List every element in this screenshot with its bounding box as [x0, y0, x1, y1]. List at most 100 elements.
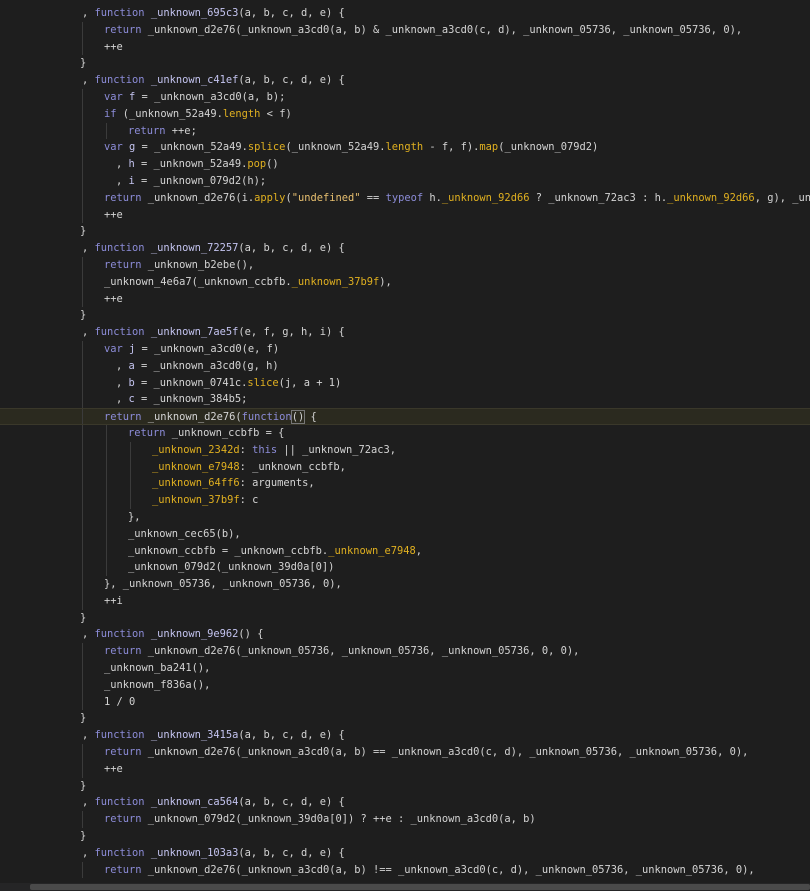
- code-line[interactable]: var g = _unknown_52a49.splice(_unknown_5…: [0, 139, 810, 157]
- code-token: _unknown_f836a(),: [104, 678, 211, 691]
- code-line[interactable]: ++e: [0, 760, 810, 778]
- code-token: "undefined": [291, 191, 361, 204]
- code-line[interactable]: return _unknown_d2e76(_unknown_a3cd0(a, …: [0, 861, 810, 879]
- code-line-content: },: [128, 509, 141, 526]
- code-line[interactable]: _unknown_cec65(b),: [0, 525, 810, 543]
- code-token: _unknown_4e6a7(_unknown_ccbfb.: [104, 275, 292, 288]
- code-area[interactable]: , function _unknown_695c3(a, b, c, d, e)…: [0, 5, 810, 879]
- code-line-content: }: [80, 778, 86, 795]
- code-line[interactable]: , i = _unknown_079d2(h);: [0, 172, 810, 190]
- code-line[interactable]: }: [0, 610, 810, 627]
- code-line[interactable]: return _unknown_ccbfb = {: [0, 424, 810, 442]
- code-line[interactable]: ++e: [0, 290, 810, 308]
- code-token: ,: [82, 242, 95, 255]
- code-line[interactable]: }: [0, 55, 810, 72]
- horizontal-scrollbar-thumb[interactable]: [30, 884, 810, 890]
- code-line[interactable]: }: [0, 307, 810, 324]
- code-line-content: return _unknown_d2e76(i.apply("undefined…: [104, 190, 810, 207]
- code-line[interactable]: 1 / 0: [0, 693, 810, 711]
- code-line[interactable]: return _unknown_d2e76(function() {: [0, 408, 810, 425]
- code-line[interactable]: ++e: [0, 38, 810, 56]
- code-line[interactable]: return _unknown_079d2(_unknown_39d0a[0])…: [0, 811, 810, 829]
- indent-guide: [82, 576, 83, 593]
- code-line[interactable]: _unknown_2342d: this || _unknown_72ac3,: [0, 441, 810, 459]
- code-token: _unknown_ccbfb = {: [171, 426, 285, 439]
- code-token: _unknown_2342d: [152, 443, 240, 456]
- code-line[interactable]: ++e: [0, 206, 810, 224]
- code-line[interactable]: , a = _unknown_a3cd0(g, h): [0, 357, 810, 375]
- code-token: _unknown_9e962: [150, 628, 239, 641]
- code-line[interactable]: , function _unknown_3415a(a, b, c, d, e)…: [0, 727, 810, 744]
- code-token: (a, b, c, d, e) {: [238, 7, 345, 19]
- code-token: () {: [238, 628, 264, 641]
- code-line[interactable]: return _unknown_d2e76(i.apply("undefined…: [0, 189, 810, 207]
- code-line[interactable]: }: [0, 223, 810, 240]
- indent-guide: [82, 38, 83, 56]
- code-line[interactable]: , function _unknown_9e962() {: [0, 626, 810, 643]
- code-line[interactable]: _unknown_e7948: _unknown_ccbfb,: [0, 458, 810, 476]
- indent-guide: [82, 424, 83, 442]
- code-line[interactable]: _unknown_64ff6: arguments,: [0, 475, 810, 493]
- code-line[interactable]: _unknown_37b9f: c: [0, 492, 810, 509]
- code-line[interactable]: return _unknown_d2e76(_unknown_a3cd0(a, …: [0, 21, 810, 39]
- code-token: _unknown_72257: [150, 242, 239, 255]
- code-line[interactable]: ++i: [0, 592, 810, 610]
- code-token: = _unknown_0741c.: [134, 376, 248, 389]
- code-token: _unknown_d2e76(i.: [147, 191, 255, 204]
- code-line[interactable]: return _unknown_d2e76(_unknown_05736, _u…: [0, 643, 810, 661]
- code-line[interactable]: , b = _unknown_0741c.slice(j, a + 1): [0, 374, 810, 392]
- code-token: = _unknown_52a49.: [135, 141, 248, 154]
- code-line[interactable]: , c = _unknown_384b5;: [0, 391, 810, 409]
- indent-guide: [82, 492, 83, 509]
- code-line[interactable]: , h = _unknown_52a49.pop(): [0, 156, 810, 173]
- code-line[interactable]: return _unknown_b2ebe(),: [0, 256, 810, 274]
- code-line[interactable]: _unknown_ccbfb = _unknown_ccbfb._unknown…: [0, 542, 810, 560]
- code-line[interactable]: }: [0, 778, 810, 795]
- code-line-content: _unknown_079d2(_unknown_39d0a[0]): [128, 559, 334, 576]
- code-line[interactable]: , function _unknown_c41ef(a, b, c, d, e)…: [0, 72, 810, 89]
- code-line[interactable]: if (_unknown_52a49.length < f): [0, 105, 810, 123]
- code-line-content: _unknown_e7948: _unknown_ccbfb,: [152, 459, 346, 476]
- code-line-content: return ++e;: [128, 123, 197, 140]
- code-token: _unknown_d2e76(_unknown_a3cd0(a, b) == _…: [147, 746, 749, 759]
- horizontal-scrollbar[interactable]: [0, 883, 810, 891]
- code-line[interactable]: , function _unknown_7ae5f(e, f, g, h, i)…: [0, 324, 810, 341]
- code-line[interactable]: _unknown_f836a(),: [0, 676, 810, 694]
- code-line[interactable]: }, _unknown_05736, _unknown_05736, 0),: [0, 576, 810, 593]
- code-editor[interactable]: , function _unknown_695c3(a, b, c, d, e)…: [0, 0, 810, 891]
- indent-guide: [130, 492, 131, 509]
- code-line[interactable]: _unknown_079d2(_unknown_39d0a[0]): [0, 559, 810, 577]
- code-line[interactable]: }: [0, 828, 810, 845]
- code-line[interactable]: , function _unknown_72257(a, b, c, d, e)…: [0, 240, 810, 257]
- indent-guide: [82, 811, 83, 829]
- code-line[interactable]: var f = _unknown_a3cd0(a, b);: [0, 88, 810, 106]
- code-token: return: [104, 23, 148, 36]
- code-line[interactable]: return ++e;: [0, 122, 810, 140]
- code-token: return: [104, 813, 148, 826]
- code-token: ,: [82, 74, 95, 87]
- code-token: = _unknown_079d2(h);: [134, 174, 267, 187]
- code-token: _unknown_ca564: [150, 796, 239, 809]
- code-line[interactable]: , function _unknown_695c3(a, b, c, d, e)…: [0, 5, 810, 22]
- code-token: = _unknown_52a49.: [134, 158, 248, 171]
- code-line[interactable]: },: [0, 508, 810, 526]
- code-line[interactable]: , function _unknown_103a3(a, b, c, d, e)…: [0, 845, 810, 862]
- code-token: (a, b, c, d, e) {: [238, 729, 345, 742]
- code-token: function: [94, 846, 151, 859]
- code-line-content: _unknown_f836a(),: [104, 677, 210, 694]
- code-token: }: [80, 225, 87, 238]
- code-token: _unknown_64ff6: [152, 477, 240, 490]
- code-line[interactable]: return _unknown_d2e76(_unknown_a3cd0(a, …: [0, 744, 810, 761]
- code-token: _unknown_3415a: [150, 729, 239, 742]
- code-line[interactable]: }: [0, 710, 810, 727]
- indent-guide: [82, 88, 83, 106]
- code-line-content: _unknown_4e6a7(_unknown_ccbfb._unknown_3…: [104, 274, 392, 291]
- code-line[interactable]: , function _unknown_ca564(a, b, c, d, e)…: [0, 794, 810, 811]
- code-token: length: [222, 107, 261, 120]
- code-line[interactable]: _unknown_ba241(),: [0, 660, 810, 677]
- code-token: (a, b, c, d, e) {: [238, 242, 345, 255]
- code-line[interactable]: _unknown_4e6a7(_unknown_ccbfb._unknown_3…: [0, 273, 810, 291]
- code-line[interactable]: var j = _unknown_a3cd0(e, f): [0, 340, 810, 358]
- code-token: ,: [116, 376, 129, 389]
- code-token: _unknown_d2e76(_unknown_a3cd0(a, b) !== …: [147, 863, 755, 876]
